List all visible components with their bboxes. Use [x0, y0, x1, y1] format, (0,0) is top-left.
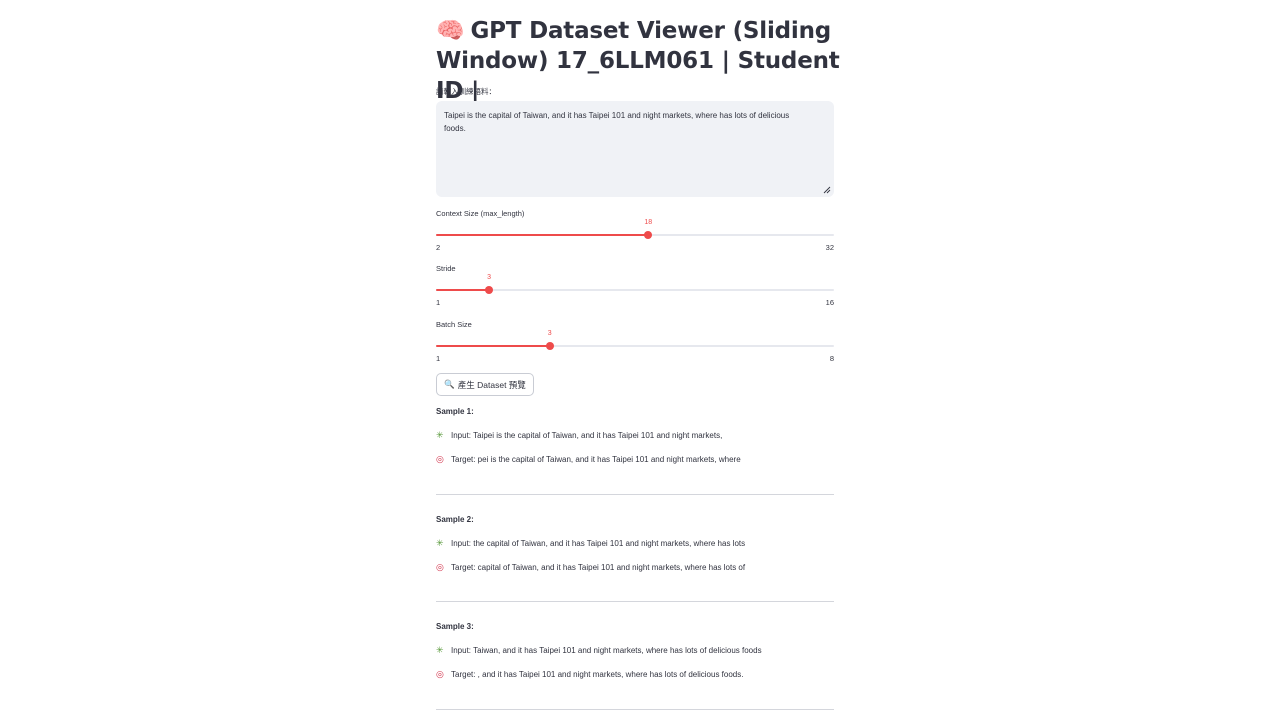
slider-thumb[interactable] [545, 342, 554, 350]
slider-min: 1 [436, 298, 441, 307]
magnifier-icon: 🔍 [444, 379, 455, 389]
sample-input-text: Input: Taipei is the capital of Taiwan, … [451, 431, 723, 440]
slider-track [436, 289, 834, 291]
sample-title: Sample 1: [436, 407, 474, 416]
target-icon: ◎ [436, 562, 444, 572]
generate-dataset-preview-button[interactable]: 🔍 產生 Dataset 預覽 [436, 373, 534, 396]
target-icon: ◎ [436, 669, 444, 679]
brain-icon: 🧠 [436, 18, 465, 44]
stride-slider[interactable]: 3 1 16 [436, 274, 834, 309]
divider [436, 709, 834, 710]
resize-handle-icon[interactable] [823, 186, 831, 194]
sample-target: ◎ Target: pei is the capital of Taiwan, … [436, 454, 741, 465]
puzzle-icon: ✳ [436, 430, 444, 440]
slider-value: 3 [547, 330, 552, 337]
sample-target: ◎ Target: , and it has Taipei 101 and ni… [436, 669, 743, 680]
batch-size-label: Batch Size [436, 320, 472, 329]
slider-min: 1 [436, 354, 441, 363]
sample-input-text: Input: Taiwan, and it has Taipei 101 and… [451, 646, 762, 655]
sample-target-text: Target: pei is the capital of Taiwan, an… [451, 455, 741, 464]
divider [436, 494, 834, 495]
puzzle-icon: ✳ [436, 645, 444, 655]
generate-button-label: 產生 Dataset 預覽 [457, 379, 526, 390]
sample-input: ✳ Input: Taiwan, and it has Taipei 101 a… [436, 645, 762, 656]
batch-size-slider[interactable]: 3 1 8 [436, 330, 834, 365]
page-title: 🧠 GPT Dataset Viewer (Sliding Window) 17_… [436, 16, 846, 106]
context-size-slider[interactable]: 18 2 32 [436, 219, 834, 254]
input-label: 請輸入訓練語料： [436, 87, 496, 96]
sample-target-text: Target: , and it has Taipei 101 and nigh… [451, 670, 744, 679]
sample-input: ✳ Input: the capital of Taiwan, and it h… [436, 538, 745, 549]
slider-max: 16 [825, 298, 834, 307]
slider-thumb[interactable] [644, 231, 653, 239]
sample-title: Sample 2: [436, 515, 474, 524]
sample-title: Sample 3: [436, 622, 474, 631]
slider-max: 32 [825, 243, 834, 252]
divider [436, 601, 834, 602]
sample-target-text: Target: capital of Taiwan, and it has Ta… [451, 563, 746, 572]
sample-target: ◎ Target: capital of Taiwan, and it has … [436, 562, 745, 573]
slider-value: 18 [644, 219, 653, 226]
slider-fill [436, 345, 550, 347]
slider-thumb[interactable] [485, 286, 494, 294]
target-icon: ◎ [436, 454, 444, 464]
puzzle-icon: ✳ [436, 538, 444, 548]
slider-value: 3 [487, 274, 491, 281]
slider-min: 2 [436, 243, 441, 252]
training-text-input[interactable]: Taipei is the capital of Taiwan, and it … [436, 101, 834, 197]
slider-fill [436, 234, 649, 236]
training-text-value: Taipei is the capital of Taiwan, and it … [444, 111, 790, 133]
sample-input: ✳ Input: Taipei is the capital of Taiwan… [436, 430, 722, 441]
page-title-text: GPT Dataset Viewer (Sliding Window) 17_6… [436, 18, 840, 104]
stride-label: Stride [436, 264, 456, 273]
sample-input-text: Input: the capital of Taiwan, and it has… [451, 539, 746, 548]
slider-max: 8 [829, 354, 834, 363]
slider-fill [436, 289, 490, 291]
context-size-label: Context Size (max_length) [436, 209, 525, 218]
